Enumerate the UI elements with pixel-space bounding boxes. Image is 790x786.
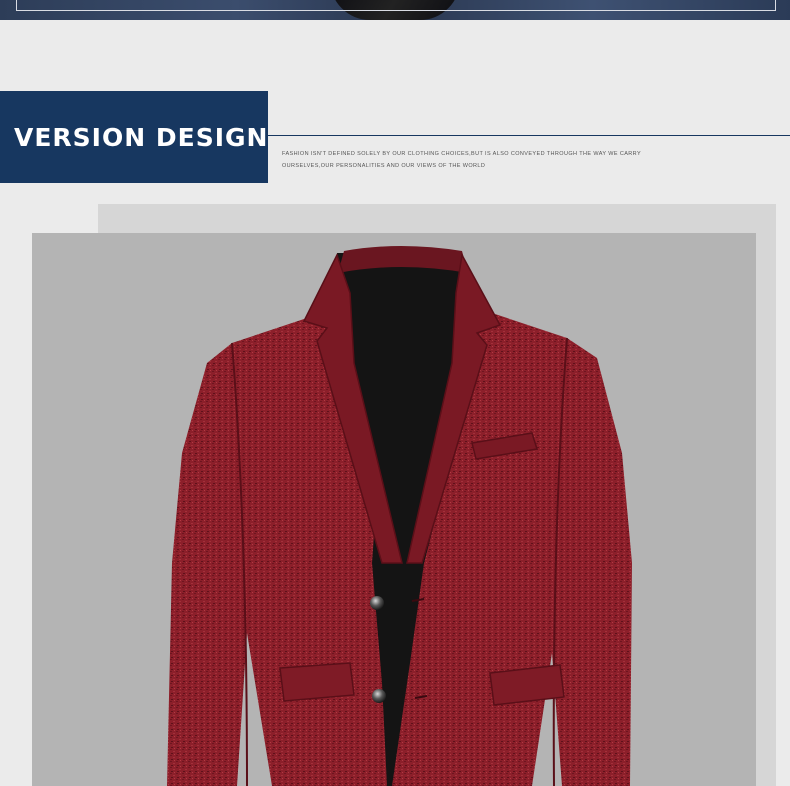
blazer-button-bottom xyxy=(372,689,386,703)
product-photo xyxy=(32,233,756,786)
section-title-box: VERSION DESIGN xyxy=(0,91,268,183)
right-flap-pocket xyxy=(489,664,565,706)
section-title: VERSION DESIGN xyxy=(14,122,269,152)
blazer-button-top xyxy=(370,596,384,610)
section-subtitle: FASHION ISN'T DEFINED SOLELY BY OUR CLOT… xyxy=(282,148,782,172)
blazer-illustration xyxy=(167,246,632,786)
title-underline xyxy=(268,135,790,136)
subtitle-line-2: OURSELVES,OUR PERSONALITIES AND OUR VIEW… xyxy=(282,163,486,169)
top-photo-strip xyxy=(0,0,790,20)
subtitle-line-1: FASHION ISN'T DEFINED SOLELY BY OUR CLOT… xyxy=(282,151,642,157)
top-photo-frame xyxy=(16,0,776,11)
left-flap-pocket xyxy=(279,662,355,702)
